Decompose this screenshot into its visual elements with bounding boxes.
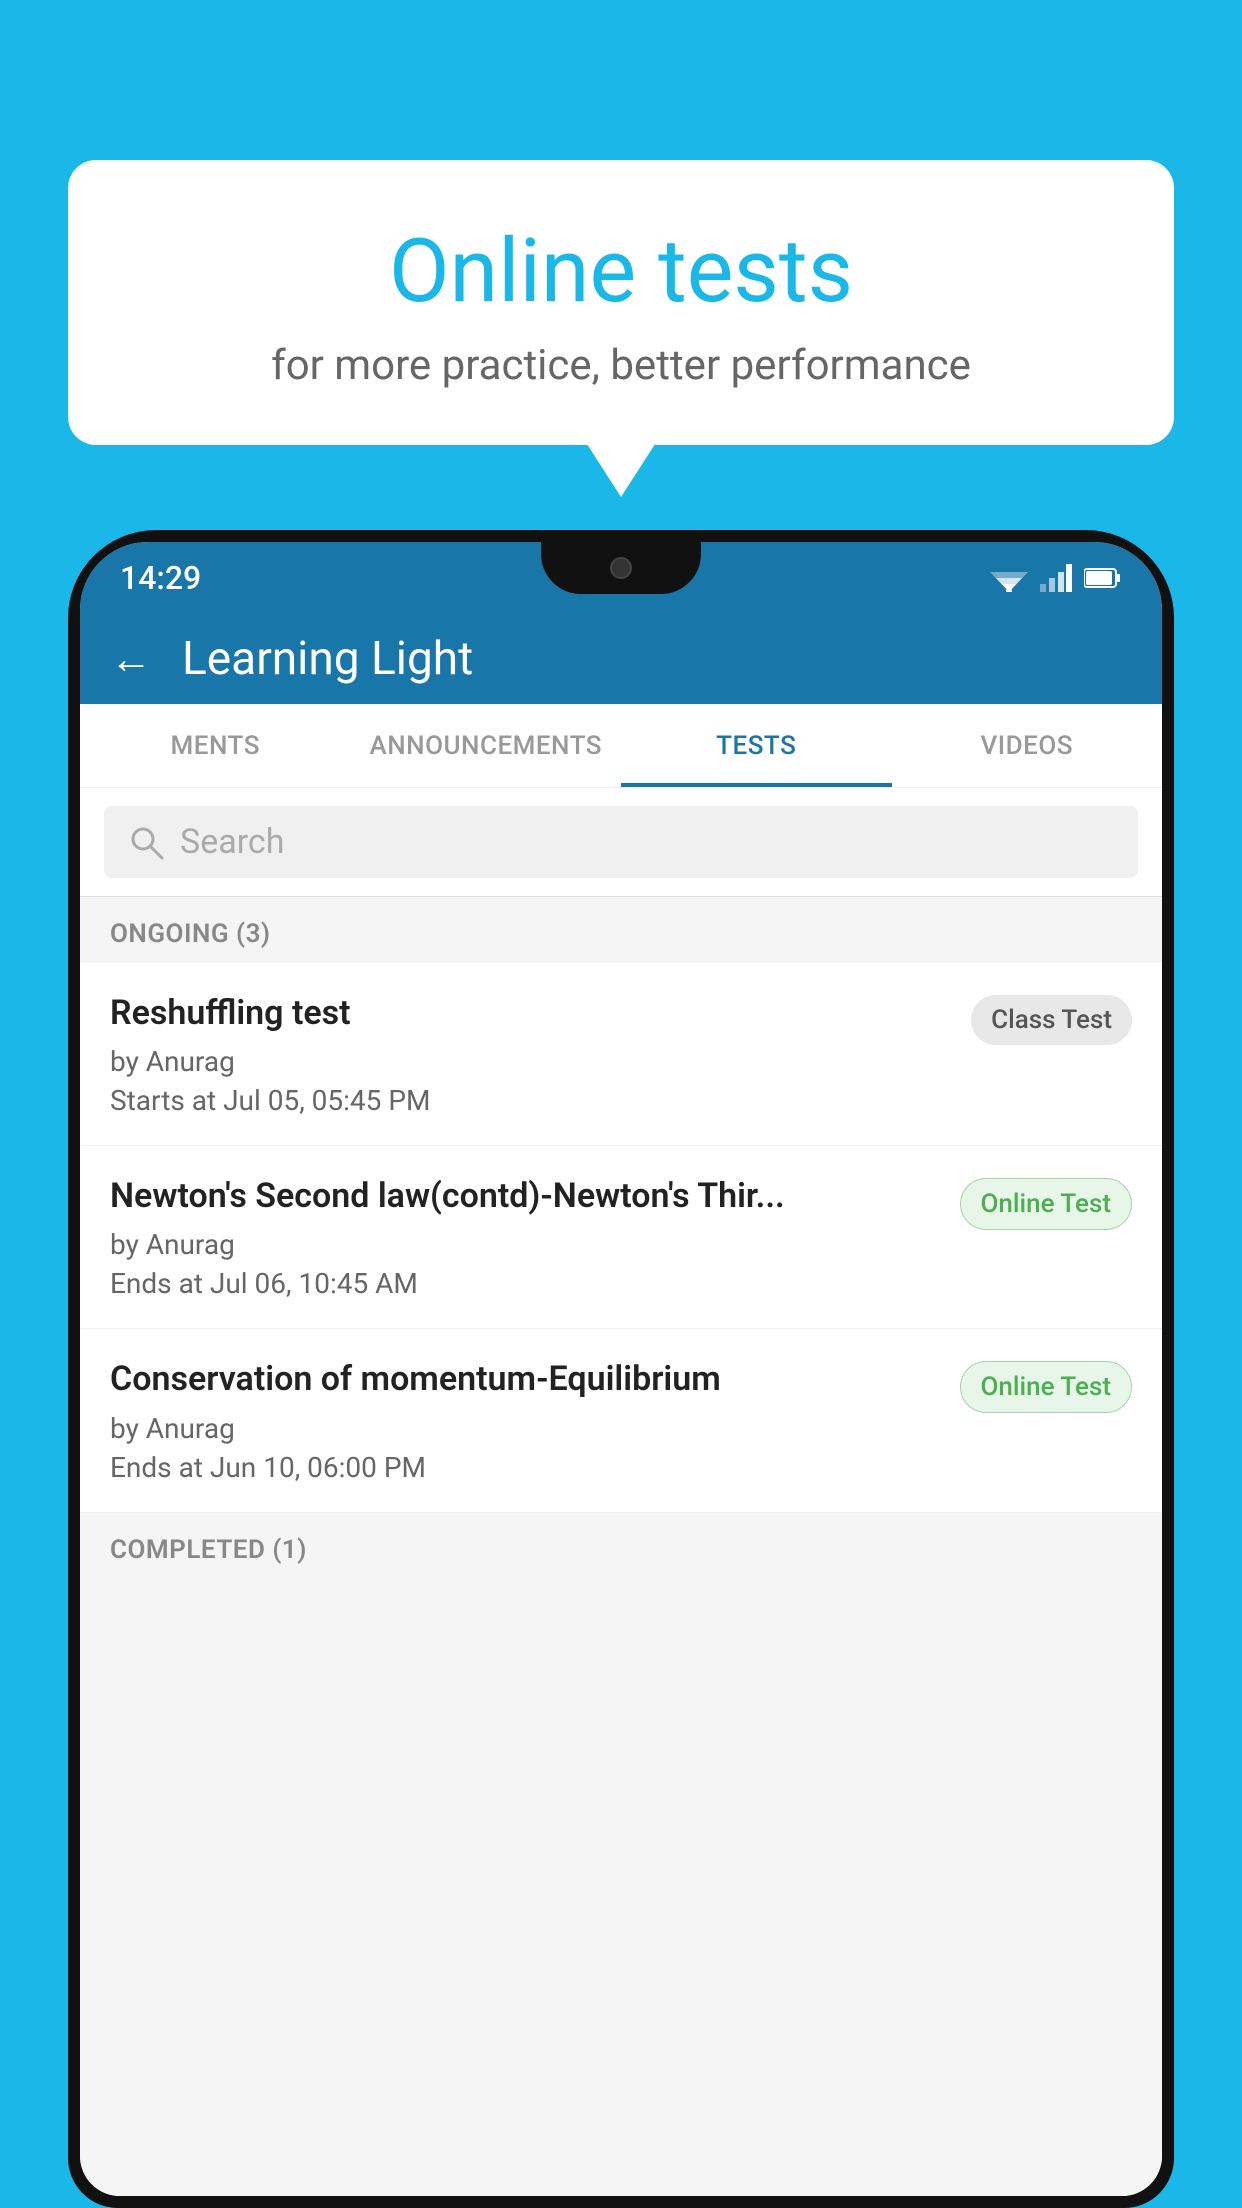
tab-ments[interactable]: MENTS: [80, 704, 351, 787]
phone-inner: 14:29: [80, 542, 1162, 2196]
app-title: Learning Light: [182, 632, 473, 686]
test-badge-online: Online Test: [960, 1361, 1133, 1413]
test-badge-online: Online Test: [960, 1178, 1133, 1230]
speech-bubble: Online tests for more practice, better p…: [68, 160, 1174, 445]
test-author: by Anurag: [110, 1412, 940, 1445]
test-author: by Anurag: [110, 1228, 940, 1261]
camera-dot: [610, 557, 632, 579]
app-header: ← Learning Light: [80, 614, 1162, 704]
back-button[interactable]: ←: [110, 635, 152, 684]
search-bar[interactable]: Search: [104, 806, 1138, 878]
status-icons: [990, 564, 1122, 592]
test-name: Reshuffling test: [110, 991, 951, 1035]
test-list: Reshuffling test by Anurag Starts at Jul…: [80, 963, 1162, 1513]
tab-videos[interactable]: VIDEOS: [892, 704, 1163, 787]
test-info: Reshuffling test by Anurag Starts at Jul…: [110, 991, 971, 1117]
test-time: Ends at Jul 06, 10:45 AM: [110, 1267, 940, 1300]
status-bar: 14:29: [80, 542, 1162, 614]
test-item[interactable]: Reshuffling test by Anurag Starts at Jul…: [80, 963, 1162, 1146]
completed-section-label: COMPLETED (1): [80, 1513, 1162, 1579]
test-name: Conservation of momentum-Equilibrium: [110, 1357, 940, 1401]
search-icon: [128, 824, 164, 860]
test-badge-class: Class Test: [971, 995, 1132, 1045]
test-time: Starts at Jul 05, 05:45 PM: [110, 1084, 951, 1117]
phone-frame: 14:29: [68, 530, 1174, 2208]
search-placeholder: Search: [180, 822, 284, 862]
test-info: Conservation of momentum-Equilibrium by …: [110, 1357, 960, 1483]
test-info: Newton's Second law(contd)-Newton's Thir…: [110, 1174, 960, 1300]
test-author: by Anurag: [110, 1045, 951, 1078]
test-item[interactable]: Newton's Second law(contd)-Newton's Thir…: [80, 1146, 1162, 1329]
test-time: Ends at Jun 10, 06:00 PM: [110, 1451, 940, 1484]
tab-tests[interactable]: TESTS: [621, 704, 892, 787]
status-time: 14:29: [120, 559, 201, 597]
signal-icon: [1040, 564, 1072, 592]
wifi-icon: [990, 564, 1028, 592]
ongoing-section-label: ONGOING (3): [80, 897, 1162, 963]
test-name: Newton's Second law(contd)-Newton's Thir…: [110, 1174, 940, 1218]
tab-announcements[interactable]: ANNOUNCEMENTS: [351, 704, 622, 787]
phone-content: Search ONGOING (3) Reshuffling test by A…: [80, 788, 1162, 2196]
phone-notch: [541, 542, 701, 594]
test-item[interactable]: Conservation of momentum-Equilibrium by …: [80, 1329, 1162, 1512]
search-bar-wrapper: Search: [80, 788, 1162, 897]
tabs-bar: MENTS ANNOUNCEMENTS TESTS VIDEOS: [80, 704, 1162, 788]
bubble-subtitle: for more practice, better performance: [118, 341, 1124, 390]
bubble-title: Online tests: [118, 220, 1124, 323]
battery-icon: [1084, 567, 1122, 589]
